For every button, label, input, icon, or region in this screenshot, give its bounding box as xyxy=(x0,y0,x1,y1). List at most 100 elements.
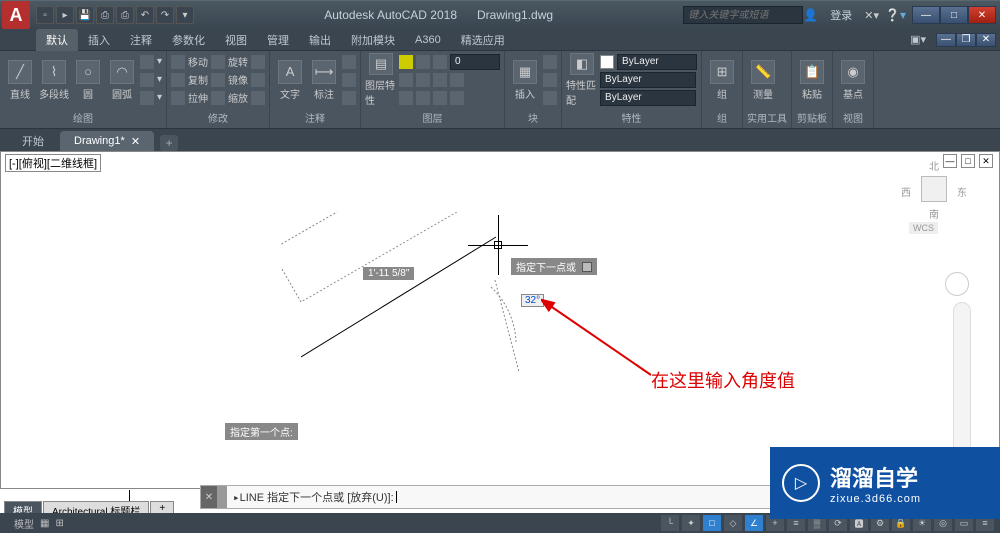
exchange-icon[interactable]: ✕▾ xyxy=(864,9,879,22)
tab-view[interactable]: 视图 xyxy=(215,29,257,51)
attr-block-icon[interactable] xyxy=(543,91,557,105)
color-combo[interactable]: ByLayer xyxy=(617,54,697,70)
fillet-icon[interactable] xyxy=(251,73,265,87)
arc-button[interactable]: ◠圆弧 xyxy=(106,53,138,107)
tab-default[interactable]: 默认 xyxy=(36,29,78,51)
layer-combo[interactable]: 0 xyxy=(450,54,500,70)
layer-tool8-icon[interactable] xyxy=(450,91,464,105)
view-cube-face[interactable] xyxy=(921,176,947,202)
layer-tool6-icon[interactable] xyxy=(416,91,430,105)
close-button[interactable]: ✕ xyxy=(968,6,996,24)
tab-parametric[interactable]: 参数化 xyxy=(162,29,215,51)
dim-button[interactable]: ⟼标注 xyxy=(308,53,340,107)
table-icon[interactable] xyxy=(342,73,356,87)
drawing-canvas[interactable]: [-][俯视][二维线框] — □ ✕ 1'-11 5/8" 指定下一点或 32… xyxy=(0,151,1000,489)
cloud-icon[interactable] xyxy=(342,91,356,105)
add-tab-button[interactable]: + xyxy=(160,135,178,151)
user-icon[interactable]: 👤 xyxy=(803,8,818,22)
doc-close-button[interactable]: ✕ xyxy=(976,33,996,47)
rotate-icon[interactable] xyxy=(211,55,225,69)
snap-icon[interactable]: ⊞ xyxy=(55,518,63,529)
tab-insert[interactable]: 插入 xyxy=(78,29,120,51)
move-icon[interactable] xyxy=(171,55,185,69)
tab-a360[interactable]: A360 xyxy=(405,31,451,49)
layer-tool7-icon[interactable] xyxy=(433,91,447,105)
stretch-icon[interactable] xyxy=(171,91,185,105)
polyline-button[interactable]: ⌇多段线 xyxy=(38,53,70,107)
view-label[interactable]: [-][俯视][二维线框] xyxy=(5,154,101,172)
layer-tool5-icon[interactable] xyxy=(399,91,413,105)
model-space-button[interactable]: 模型 xyxy=(14,516,34,531)
circle-button[interactable]: ○圆 xyxy=(72,53,104,107)
minimize-button[interactable]: — xyxy=(912,6,940,24)
status-3dosnap-icon[interactable]: ◇ xyxy=(724,515,742,531)
text-button[interactable]: A文字 xyxy=(274,53,306,107)
sun-icon[interactable] xyxy=(416,55,430,69)
qat-redo-icon[interactable]: ↷ xyxy=(156,6,174,24)
nav-wheel-icon[interactable] xyxy=(945,272,969,296)
status-polar-icon[interactable]: ✦ xyxy=(682,515,700,531)
view-cube[interactable]: 北 西 东 南 WCS xyxy=(899,158,969,238)
qat-saveas-icon[interactable]: ⎙ xyxy=(96,6,114,24)
tab-manage[interactable]: 管理 xyxy=(257,29,299,51)
file-tab-drawing[interactable]: Drawing1* ✕ xyxy=(60,131,154,151)
qat-undo-icon[interactable]: ↶ xyxy=(136,6,154,24)
vp-close-icon[interactable]: ✕ xyxy=(979,154,993,168)
ellipse-icon[interactable] xyxy=(140,91,154,105)
leader-icon[interactable] xyxy=(342,55,356,69)
doc-minimize-button[interactable]: — xyxy=(936,33,956,47)
layer-tool4-icon[interactable] xyxy=(450,73,464,87)
layer-tool2-icon[interactable] xyxy=(416,73,430,87)
trim-icon[interactable] xyxy=(251,55,265,69)
qat-save-icon[interactable]: 💾 xyxy=(76,6,94,24)
status-ortho-icon[interactable]: └ xyxy=(661,515,679,531)
grid-icon[interactable]: ▦ xyxy=(40,518,49,529)
group-button[interactable]: ⊞组 xyxy=(706,53,738,107)
layer-tool3-icon[interactable] xyxy=(433,73,447,87)
paste-button[interactable]: 📋粘贴 xyxy=(796,53,828,107)
maximize-button[interactable]: □ xyxy=(940,6,968,24)
scale-icon[interactable] xyxy=(211,91,225,105)
insert-button[interactable]: ▦插入 xyxy=(509,53,541,107)
color-swatch[interactable] xyxy=(600,55,614,69)
tab-featured[interactable]: 精选应用 xyxy=(451,29,515,51)
nav-bar[interactable] xyxy=(953,302,971,462)
tab-addins[interactable]: 附加模块 xyxy=(341,29,405,51)
lineweight-combo[interactable]: ByLayer xyxy=(600,72,696,88)
close-tab-icon[interactable]: ✕ xyxy=(131,135,140,148)
login-button[interactable]: 登录 xyxy=(824,5,858,25)
tab-collapse-icon[interactable]: ▣▾ xyxy=(900,30,936,49)
array-icon[interactable] xyxy=(251,91,265,105)
qat-print-icon[interactable]: ⎙ xyxy=(116,6,134,24)
cmd-handle[interactable] xyxy=(217,486,227,508)
base-button[interactable]: ◉基点 xyxy=(837,53,869,107)
tab-annotate[interactable]: 注释 xyxy=(120,29,162,51)
hatch-icon[interactable] xyxy=(140,73,154,87)
status-osnap-icon[interactable]: □ xyxy=(703,515,721,531)
qat-dropdown-icon[interactable]: ▾ xyxy=(176,6,194,24)
wcs-label[interactable]: WCS xyxy=(909,222,938,234)
mirror-icon[interactable] xyxy=(211,73,225,87)
tab-output[interactable]: 输出 xyxy=(299,29,341,51)
file-tab-start[interactable]: 开始 xyxy=(8,131,58,151)
line-button[interactable]: ╱直线 xyxy=(4,53,36,107)
prompt-options-icon[interactable] xyxy=(582,262,592,272)
status-otrack-icon[interactable]: ∠ xyxy=(745,515,763,531)
search-input[interactable] xyxy=(683,6,803,24)
create-block-icon[interactable] xyxy=(543,55,557,69)
rect-icon[interactable] xyxy=(140,55,154,69)
linetype-combo[interactable]: ByLayer xyxy=(600,90,696,106)
doc-restore-button[interactable]: ❐ xyxy=(956,33,976,47)
edit-block-icon[interactable] xyxy=(543,73,557,87)
copy-icon[interactable] xyxy=(171,73,185,87)
lock-icon[interactable] xyxy=(433,55,447,69)
layer-prop-button[interactable]: ▤图层特性 xyxy=(365,53,397,107)
qat-new-icon[interactable]: ▫ xyxy=(36,6,54,24)
cmd-close-icon[interactable]: ✕ xyxy=(201,486,217,508)
bulb-icon[interactable] xyxy=(399,55,413,69)
match-prop-button[interactable]: ◧特性匹配 xyxy=(566,53,598,107)
qat-open-icon[interactable]: ▸ xyxy=(56,6,74,24)
layer-tool1-icon[interactable] xyxy=(399,73,413,87)
help-icon[interactable]: ❔▾ xyxy=(885,8,906,22)
measure-button[interactable]: 📏测量 xyxy=(747,53,779,107)
